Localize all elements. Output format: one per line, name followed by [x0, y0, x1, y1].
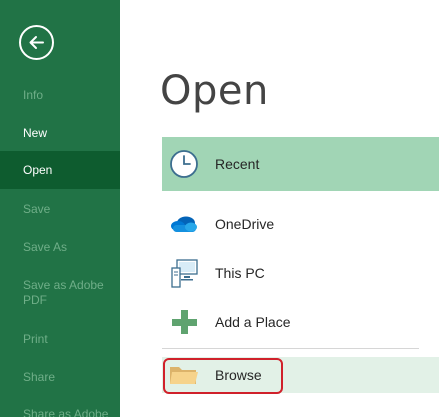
location-label: OneDrive: [215, 216, 275, 232]
location-label: Add a Place: [215, 314, 291, 330]
backstage-sidebar: Info New Open Save Save As Save as Adobe…: [0, 0, 120, 417]
sidebar-item-save[interactable]: Save: [0, 202, 120, 217]
sidebar-item-share-as-adobe[interactable]: Share as Adobe: [0, 407, 120, 417]
location-label: Recent: [215, 156, 260, 172]
clock-icon: [168, 148, 200, 180]
divider: [162, 348, 419, 349]
sidebar-item-print[interactable]: Print: [0, 332, 120, 347]
sidebar-item-open[interactable]: Open: [0, 151, 120, 189]
cloud-icon: [168, 208, 200, 240]
computer-icon: [168, 257, 200, 289]
location-label: Browse: [215, 367, 262, 383]
folder-icon: [168, 363, 200, 387]
back-arrow-icon: [29, 36, 44, 49]
sidebar-item-save-as-adobe-pdf[interactable]: Save as Adobe PDF: [0, 278, 110, 308]
sidebar-item-new[interactable]: New: [0, 126, 120, 141]
location-label: This PC: [215, 265, 265, 281]
location-this-pc[interactable]: This PC: [162, 249, 439, 297]
plus-icon: [168, 306, 200, 338]
back-button[interactable]: [19, 25, 54, 60]
location-add-a-place[interactable]: Add a Place: [162, 298, 439, 346]
location-onedrive[interactable]: OneDrive: [162, 200, 439, 248]
sidebar-item-info[interactable]: Info: [0, 88, 120, 103]
sidebar-item-save-as[interactable]: Save As: [0, 240, 120, 255]
sidebar-item-share[interactable]: Share: [0, 370, 120, 385]
location-recent[interactable]: Recent: [162, 137, 439, 191]
location-browse[interactable]: Browse: [162, 357, 439, 393]
page-title: Open: [160, 68, 269, 114]
